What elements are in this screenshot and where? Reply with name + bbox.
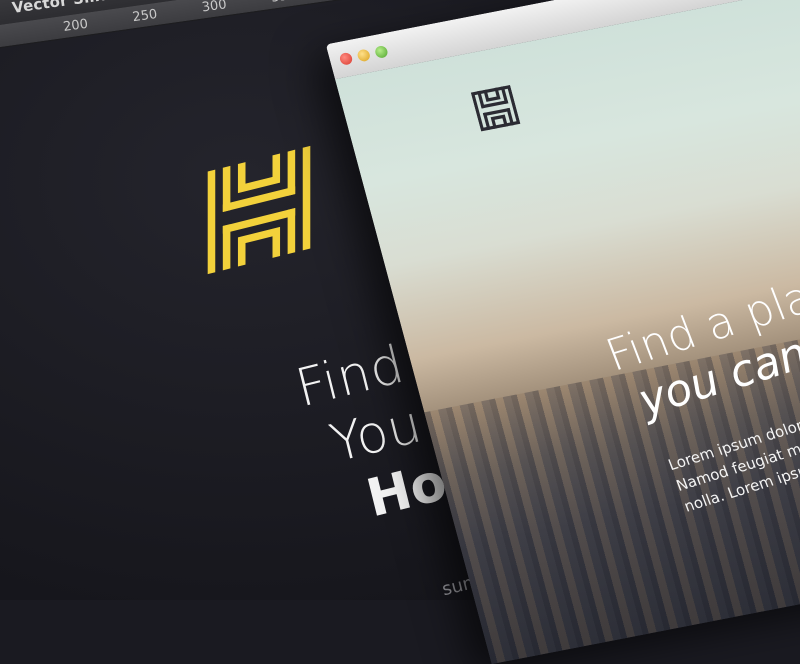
site-logo-icon[interactable] [470, 84, 521, 132]
h-logo-icon[interactable] [205, 142, 313, 279]
zoom-window-button[interactable] [373, 44, 389, 59]
minimize-window-button[interactable] [356, 48, 372, 63]
close-window-button[interactable] [338, 51, 354, 66]
